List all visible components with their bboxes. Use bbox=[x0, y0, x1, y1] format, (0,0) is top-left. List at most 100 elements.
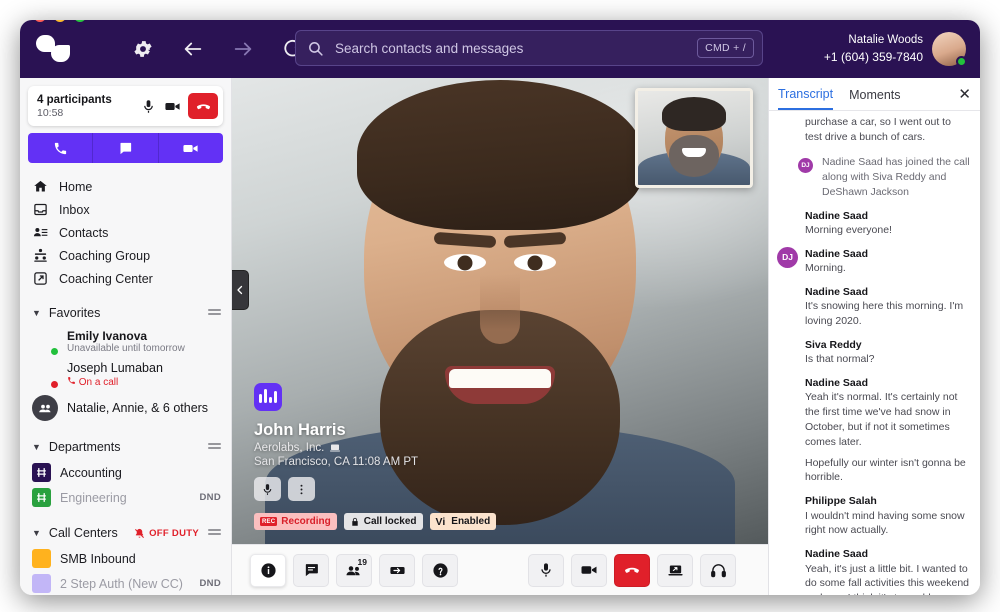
call-help-button[interactable] bbox=[422, 554, 458, 587]
mute-button[interactable] bbox=[528, 554, 564, 587]
forward-arrow-icon[interactable] bbox=[232, 38, 254, 60]
maximize-window-button[interactable] bbox=[74, 20, 86, 22]
department-name: Accounting bbox=[60, 466, 221, 480]
call-participants-count: 4 participants bbox=[37, 93, 136, 107]
call-info-button[interactable] bbox=[250, 554, 286, 587]
off-duty-badge[interactable]: OFF DUTY bbox=[134, 528, 199, 539]
caller-name: John Harris bbox=[254, 421, 496, 440]
headset-button[interactable] bbox=[700, 554, 736, 587]
close-icon[interactable]: ✕ bbox=[958, 87, 971, 102]
search-input[interactable]: Search contacts and messages bbox=[335, 41, 697, 56]
video-toggle-button[interactable] bbox=[571, 554, 607, 587]
video-call-area: John Harris Aerolabs, Inc. San Francisco… bbox=[232, 78, 768, 595]
message-text: I wouldn't mind having some snow right n… bbox=[805, 509, 970, 539]
call-chat-button[interactable] bbox=[293, 554, 329, 587]
off-duty-label: OFF DUTY bbox=[149, 528, 199, 539]
dnd-badge: DND bbox=[200, 578, 221, 589]
caller-mute-button[interactable] bbox=[254, 477, 281, 501]
sidebar-item-label: Coaching Center bbox=[59, 272, 153, 286]
list-item[interactable]: SMB Inbound bbox=[20, 546, 231, 571]
drag-handle-icon[interactable] bbox=[208, 309, 221, 318]
system-message-text: Nadine Saad has joined the call along wi… bbox=[822, 155, 970, 200]
avatar[interactable] bbox=[932, 32, 966, 66]
gear-icon[interactable] bbox=[132, 38, 154, 60]
quick-message-button[interactable] bbox=[93, 133, 158, 163]
call-participants-button[interactable]: 19 bbox=[336, 554, 372, 587]
list-item[interactable]: 2 Step Auth (New CC) DND bbox=[20, 571, 231, 595]
quick-actions[interactable] bbox=[28, 133, 223, 163]
message-text: Morning everyone! bbox=[805, 223, 970, 238]
sidebar-item-coaching-group[interactable]: Coaching Group bbox=[20, 244, 231, 267]
speaker-name: Nadine Saad bbox=[805, 547, 970, 561]
quick-video-button[interactable] bbox=[159, 133, 223, 163]
presence-indicator bbox=[956, 56, 967, 67]
tab-transcript[interactable]: Transcript bbox=[778, 79, 833, 110]
sidebar-item-home[interactable]: Home bbox=[20, 175, 231, 198]
list-item[interactable]: Joseph Lumaban On a call bbox=[20, 358, 231, 392]
contacts-icon bbox=[32, 225, 48, 240]
list-item[interactable]: Accounting bbox=[20, 460, 231, 485]
speaker-name: Siva Reddy bbox=[805, 338, 970, 352]
close-window-button[interactable] bbox=[34, 20, 46, 22]
active-call-card[interactable]: 4 participants 10:58 bbox=[28, 86, 223, 126]
message-text: Morning. bbox=[805, 261, 970, 276]
department-icon bbox=[32, 463, 51, 482]
microphone-icon[interactable] bbox=[136, 94, 160, 118]
minimize-window-button[interactable] bbox=[54, 20, 66, 22]
back-arrow-icon[interactable] bbox=[182, 38, 204, 60]
avatar bbox=[32, 329, 58, 355]
video-camera-icon[interactable] bbox=[160, 94, 184, 118]
list-item[interactable]: Emily Ivanova Unavailable until tomorrow bbox=[20, 326, 231, 358]
dnd-badge: DND bbox=[200, 492, 221, 503]
message-text: It's snowing here this morning. I'm lovi… bbox=[805, 299, 970, 329]
call-transfer-button[interactable] bbox=[379, 554, 415, 587]
contact-status-text: On a call bbox=[79, 377, 118, 388]
message-text: Hopefully our winter isn't gonna be horr… bbox=[805, 456, 970, 486]
window-controls[interactable] bbox=[34, 20, 86, 22]
current-user[interactable]: Natalie Woods +1 (604) 359-7840 bbox=[824, 32, 966, 66]
screen-share-button[interactable] bbox=[657, 554, 693, 587]
caller-info: John Harris Aerolabs, Inc. San Francisco… bbox=[254, 383, 496, 530]
list-item: Nadine Saad Yeah, it's just a little bit… bbox=[777, 547, 970, 595]
list-item: Nadine Saad It's snowing here this morni… bbox=[777, 285, 970, 329]
drag-handle-icon[interactable] bbox=[208, 443, 221, 452]
end-call-button[interactable] bbox=[614, 554, 650, 587]
transcript-messages[interactable]: purchase a car, so I went out to test dr… bbox=[769, 111, 980, 595]
chevron-down-icon: ▼ bbox=[32, 528, 41, 538]
end-call-button[interactable] bbox=[188, 93, 218, 119]
favorites-group-header[interactable]: ▼ Favorites bbox=[20, 300, 231, 326]
list-item[interactable]: Natalie, Annie, & 6 others bbox=[20, 392, 231, 424]
app-window: Search contacts and messages CMD + / Nat… bbox=[20, 20, 980, 595]
tab-moments[interactable]: Moments bbox=[849, 80, 900, 109]
department-name: Engineering bbox=[60, 491, 191, 505]
sidebar-item-inbox[interactable]: Inbox bbox=[20, 198, 231, 221]
vi-mark: Vi bbox=[436, 516, 446, 528]
avatar-initials: DJ bbox=[797, 157, 814, 174]
call-centers-group-header[interactable]: ▼ Call Centers OFF DUTY bbox=[20, 520, 231, 546]
collapse-sidebar-handle[interactable] bbox=[232, 270, 249, 310]
chevron-down-icon: ▼ bbox=[32, 442, 41, 452]
sidebar-item-contacts[interactable]: Contacts bbox=[20, 221, 231, 244]
lock-icon bbox=[350, 517, 360, 527]
self-view-video[interactable] bbox=[635, 88, 753, 188]
vi-enabled-label: Enabled bbox=[451, 516, 490, 527]
call-center-swatch bbox=[32, 549, 51, 568]
caller-more-button[interactable] bbox=[288, 477, 315, 501]
remote-video[interactable]: John Harris Aerolabs, Inc. San Francisco… bbox=[232, 78, 768, 544]
quick-call-button[interactable] bbox=[28, 133, 93, 163]
departments-title: Departments bbox=[49, 440, 208, 454]
sidebar-item-label: Home bbox=[59, 180, 92, 194]
drag-handle-icon[interactable] bbox=[208, 529, 221, 538]
departments-group-header[interactable]: ▼ Departments bbox=[20, 434, 231, 460]
audio-wave-icon bbox=[254, 383, 282, 411]
contact-name: Joseph Lumaban bbox=[67, 361, 221, 376]
list-item[interactable]: Engineering DND bbox=[20, 485, 231, 510]
call-center-swatch bbox=[32, 574, 51, 593]
bell-off-icon bbox=[134, 528, 145, 539]
coaching-center-icon bbox=[32, 271, 48, 286]
call-centers-title: Call Centers bbox=[49, 526, 134, 540]
caller-location-time: San Francisco, CA 11:08 AM PT bbox=[254, 456, 496, 468]
search-bar[interactable]: Search contacts and messages CMD + / bbox=[295, 30, 763, 66]
avatar bbox=[32, 362, 58, 388]
sidebar-item-coaching-center[interactable]: Coaching Center bbox=[20, 267, 231, 290]
